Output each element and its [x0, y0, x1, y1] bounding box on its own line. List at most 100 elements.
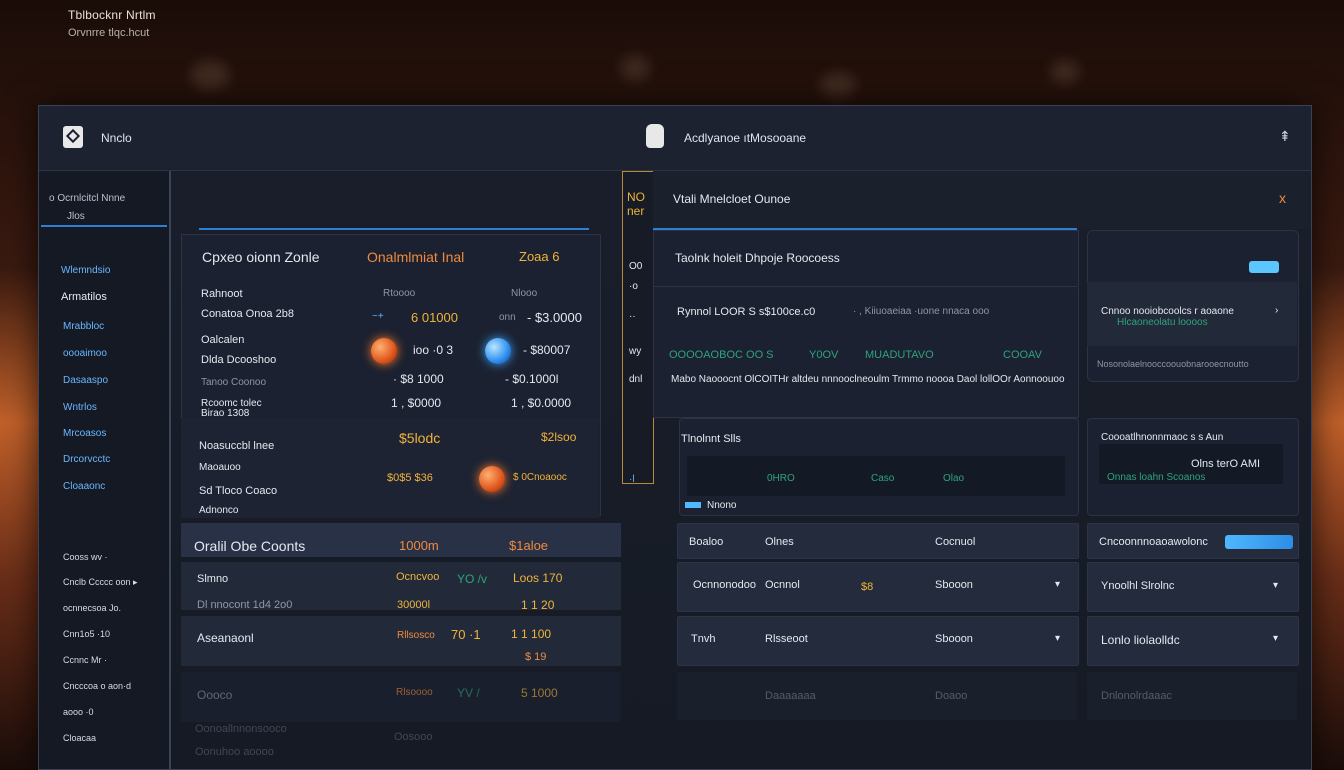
- right-header-title: Vtali Mnelcloet Ounoe: [673, 192, 791, 206]
- blue-orb-icon: [485, 338, 511, 364]
- sidebar-item[interactable]: oooaimoo: [63, 348, 107, 359]
- table-row[interactable]: [677, 616, 1079, 666]
- row-label: Tanoo Coonoo: [201, 377, 267, 388]
- sidebar-item[interactable]: Dasaaspo: [63, 375, 108, 386]
- strip-value: dnl: [629, 374, 643, 385]
- row-prefix: onn: [499, 312, 516, 323]
- close-icon[interactable]: x: [1279, 190, 1286, 206]
- row-value: 5 1000: [521, 686, 558, 700]
- card-value: Y0OV: [809, 349, 839, 361]
- window-title: Acdlyanoe ıtMosooane: [684, 131, 807, 145]
- column-header: Rtoooo: [383, 288, 416, 299]
- row-label: Oooco: [197, 688, 233, 702]
- sidebar-lower-item[interactable]: Cnclb Ccccc oon ▸: [63, 577, 138, 588]
- legend-label: Nnono: [707, 500, 737, 511]
- row-value: - $80007: [523, 343, 571, 357]
- row-value: Ocncvoo: [396, 571, 440, 583]
- row-value: 1 , $0000: [391, 396, 442, 410]
- row-value: 70 ·1: [451, 627, 481, 642]
- panel-title-accent: Onalmlmiat Inal: [367, 249, 465, 265]
- card-row: · , Kiiuoaeiaa ·uone nnaca ooo: [853, 306, 990, 317]
- row-value: Loos 170: [513, 571, 563, 585]
- section-value: $5lodc: [399, 430, 441, 446]
- sidebar-item-active[interactable]: Armatilos: [61, 291, 107, 303]
- sidebar-lower-item[interactable]: Cncccoa o aon·d: [63, 681, 131, 691]
- card-col: Caso: [871, 473, 895, 484]
- side-card-title: Cnnoo nooiobcoolcs r aoaone: [1101, 306, 1234, 317]
- row-value: 30000l: [397, 599, 431, 611]
- background-light: [620, 55, 650, 81]
- table-row[interactable]: [677, 672, 1077, 720]
- strip-header: NO ner: [627, 190, 645, 218]
- pin-icon[interactable]: ⇞: [1279, 128, 1291, 145]
- sidebar-item[interactable]: Mrcoasos: [63, 428, 106, 439]
- side-card-title: Coooatlhnonnmaoc s s Aun: [1101, 432, 1224, 443]
- sidebar-lower-item[interactable]: Cnn1o5 ·10: [63, 629, 110, 639]
- table-cell: Ocnnonodoo: [693, 579, 756, 591]
- section-label: Maoauoo: [199, 462, 241, 473]
- row-value: $ 19: [525, 651, 547, 663]
- table-cell: Tnvh: [691, 633, 716, 645]
- table-cell: Ocnnol: [765, 579, 800, 591]
- list-label: Dnlonolrdaaac: [1101, 690, 1172, 702]
- status-pill[interactable]: [1249, 261, 1279, 273]
- dropdown-icon[interactable]: ▾: [1055, 633, 1060, 644]
- row-value: - $0.1000l: [505, 372, 559, 386]
- sidebar-item[interactable]: Mrabbloc: [63, 321, 104, 332]
- table-cell: Daaaaaaa: [765, 690, 816, 702]
- legend-swatch: [685, 502, 701, 508]
- sidebar-item[interactable]: Cloaaonc: [63, 481, 105, 492]
- row-value: 6 01000: [411, 310, 458, 325]
- row-value: YV /: [457, 686, 480, 700]
- dropdown-icon[interactable]: ▾: [1273, 633, 1278, 644]
- sidebar-item[interactable]: Wntrlos: [63, 402, 97, 413]
- panel-accent-line: [199, 228, 589, 230]
- strip-value: O0: [629, 261, 643, 272]
- row-value: 1 , $0.0000: [511, 396, 572, 410]
- totals-label: Oralil Obe Coonts: [194, 538, 306, 554]
- section-label: Adnonco: [199, 505, 239, 516]
- panel-title: Cpxeo oionn Zonle: [202, 249, 320, 265]
- card-description: Mabo Naooocnt OlCOITHr altdeu nnnooclneo…: [671, 374, 1065, 385]
- table-cell: Doaoo: [935, 690, 968, 702]
- sidebar-lower-item[interactable]: Ccnnc Mr ·: [63, 655, 107, 665]
- list-label: Ynoolhl Slrolnc: [1101, 580, 1175, 592]
- faded-row: Oosooo: [394, 731, 433, 743]
- strip-value: ·o: [629, 281, 638, 292]
- column-header: Nlooo: [511, 288, 538, 299]
- row-label: Oalcalen: [201, 334, 245, 346]
- chevron-right-icon[interactable]: ›: [1275, 305, 1278, 316]
- row-sublabel: Dl nnocont 1d4 2o0: [197, 599, 293, 611]
- sidebar-heading: o Ocrnlcitcl Nnne: [49, 193, 126, 204]
- row-prefix: ~+: [372, 311, 384, 322]
- dropdown-icon[interactable]: ▾: [1055, 579, 1060, 590]
- side-card-subtitle: Onnas loahn Scoanos: [1107, 472, 1206, 483]
- section-value: $2lsoo: [541, 430, 577, 444]
- sidebar-active-indicator: [41, 225, 167, 227]
- sidebar-lower-item[interactable]: aooo ·0: [63, 707, 94, 717]
- row-value: Rlsoooo: [396, 687, 433, 698]
- sidebar-lower-item[interactable]: Cooss wv ·: [63, 552, 108, 562]
- column-header: Cocnuol: [935, 536, 976, 548]
- card-col: 0HRO: [767, 473, 795, 484]
- card-value: OOOOAOBOC OO S: [669, 349, 774, 361]
- row-value: - $3.0000: [527, 310, 582, 325]
- strip-value: ·l: [629, 474, 635, 485]
- table-cell: Rlsseoot: [765, 633, 808, 645]
- row-value: 1 1 20: [521, 598, 555, 612]
- background-light: [190, 60, 230, 90]
- table-cell: Sbooon: [935, 579, 973, 591]
- faded-row: Oonuhoo aoooo: [195, 746, 274, 758]
- toggle-switch[interactable]: [1225, 535, 1293, 549]
- side-card-subtitle: Hlcaoneolatu loooos: [1117, 317, 1208, 328]
- app-logo-icon: [63, 126, 83, 148]
- row-value: 1 1 100: [511, 627, 552, 641]
- sidebar-lower-item[interactable]: ocnnecsoa Jo.: [63, 603, 121, 613]
- row-value: ioo ·0 3: [413, 343, 454, 357]
- row-value: YO /v: [457, 572, 488, 586]
- sidebar-item[interactable]: Drcorvcctc: [63, 454, 110, 465]
- dropdown-icon[interactable]: ▾: [1273, 580, 1278, 591]
- sidebar-item[interactable]: Wlemndsio: [61, 265, 110, 276]
- list-label: Lonlo liolaolldc: [1101, 633, 1180, 647]
- sidebar-lower-item[interactable]: Cloacaa: [63, 733, 96, 743]
